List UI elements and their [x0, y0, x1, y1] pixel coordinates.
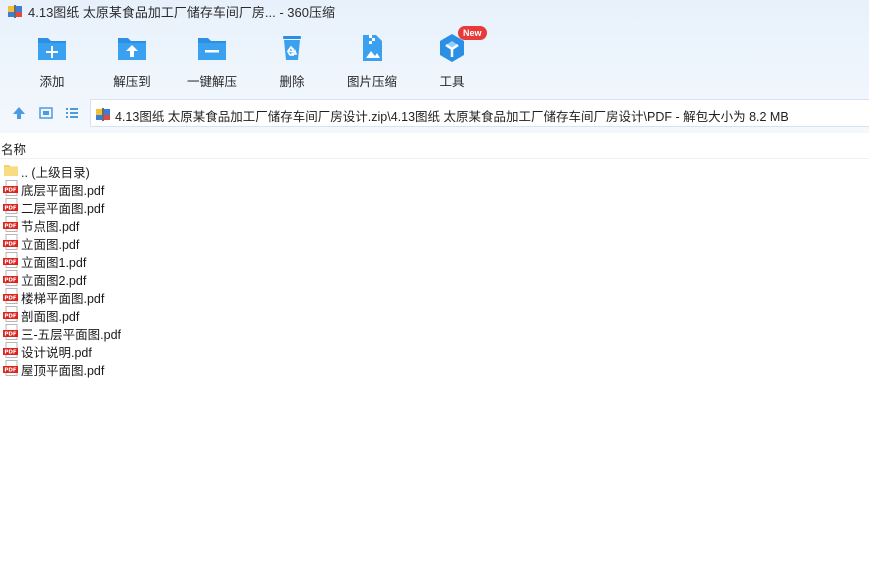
svg-text:PDF: PDF	[4, 314, 17, 320]
delete-button[interactable]: 删除	[252, 32, 332, 89]
extract-to-button[interactable]: 解压到	[92, 32, 172, 89]
file-list: .. (上级目录) PDF 底层平面图.pdf PDF 二层平面图.pdf PD…	[0, 161, 869, 378]
title-bar: 4.13图纸 太原某食品加工厂储存车间厂房... - 360压缩	[0, 0, 869, 22]
address-bar[interactable]: 4.13图纸 太原某食品加工厂储存车间厂房设计.zip\4.13图纸 太原某食品…	[90, 99, 869, 127]
pdf-file-icon: PDF	[3, 216, 18, 232]
list-item[interactable]: PDF 屋顶平面图.pdf	[0, 359, 869, 378]
tools-button[interactable]: New 工具	[412, 26, 492, 89]
pdf-file-icon: PDF	[3, 252, 18, 268]
tools-label: 工具	[439, 75, 465, 89]
pdf-file-icon: PDF	[3, 270, 18, 286]
svg-text:PDF: PDF	[4, 296, 17, 302]
list-item[interactable]: PDF 立面图1.pdf	[0, 251, 869, 270]
svg-text:PDF: PDF	[4, 368, 17, 374]
pdf-file-icon: PDF	[3, 288, 18, 304]
folder-icon	[4, 165, 18, 176]
list-item[interactable]: PDF 二层平面图.pdf	[0, 197, 869, 216]
image-compress-label: 图片压缩	[346, 75, 397, 89]
list-item[interactable]: PDF 楼梯平面图.pdf	[0, 287, 869, 306]
extract-to-label: 解压到	[113, 75, 151, 89]
svg-text:PDF: PDF	[4, 350, 17, 356]
archive-app-icon	[8, 5, 22, 18]
svg-text:PDF: PDF	[4, 260, 17, 266]
list-item[interactable]: PDF 底层平面图.pdf	[0, 179, 869, 198]
add-folder-icon	[38, 38, 66, 60]
up-arrow-icon[interactable]	[11, 105, 27, 121]
pdf-file-icon: PDF	[3, 198, 18, 214]
one-click-extract-icon	[198, 38, 226, 60]
list-item[interactable]: PDF 节点图.pdf	[0, 215, 869, 234]
svg-text:PDF: PDF	[4, 332, 17, 338]
window-title: 4.13图纸 太原某食品加工厂储存车间厂房... - 360压缩	[28, 5, 335, 20]
add-label: 添加	[39, 75, 65, 89]
list-item[interactable]: PDF 三-五层平面图.pdf	[0, 323, 869, 342]
extract-to-icon	[118, 38, 146, 60]
list-item[interactable]: PDF 设计说明.pdf	[0, 341, 869, 360]
one-click-extract-button[interactable]: 一键解压	[172, 32, 252, 89]
pdf-file-icon: PDF	[3, 180, 18, 196]
header-area: 4.13图纸 太原某食品加工厂储存车间厂房... - 360压缩 添加 解压到	[0, 0, 869, 133]
list-item[interactable]: PDF 立面图2.pdf	[0, 269, 869, 288]
pdf-file-icon: PDF	[3, 342, 18, 358]
svg-text:PDF: PDF	[4, 278, 17, 284]
archive-file-icon	[96, 108, 110, 121]
list-item[interactable]: PDF 立面图.pdf	[0, 233, 869, 252]
svg-text:PDF: PDF	[4, 206, 17, 212]
add-button[interactable]: 添加	[12, 32, 92, 89]
app-window: 4.13图纸 太原某食品加工厂储存车间厂房... - 360压缩 添加 解压到	[0, 0, 869, 588]
image-compress-icon	[363, 35, 382, 61]
image-compress-button[interactable]: 图片压缩	[332, 32, 412, 89]
pdf-file-icon: PDF	[3, 360, 18, 376]
svg-text:PDF: PDF	[4, 242, 17, 248]
column-name-header[interactable]: 名称	[1, 139, 26, 158]
svg-text:PDF: PDF	[4, 188, 17, 194]
address-path: 4.13图纸 太原某食品加工厂储存车间厂房设计.zip\4.13图纸 太原某食品…	[115, 110, 789, 124]
list-item-parent-dir[interactable]: .. (上级目录)	[0, 161, 869, 180]
toolbar: 添加 解压到 一键解压 删除 图片压缩 New 工具	[0, 24, 869, 92]
thumbnail-view-icon[interactable]	[38, 105, 54, 121]
svg-text:PDF: PDF	[4, 224, 17, 230]
recycle-delete-icon	[283, 36, 301, 60]
one-click-extract-label: 一键解压	[186, 75, 237, 89]
pdf-file-icon: PDF	[3, 234, 18, 250]
pdf-file-icon: PDF	[3, 324, 18, 340]
delete-label: 删除	[279, 75, 305, 89]
file-name: 屋顶平面图.pdf	[21, 364, 105, 378]
address-row: 4.13图纸 太原某食品加工厂储存车间厂房设计.zip\4.13图纸 太原某食品…	[0, 98, 869, 128]
list-item[interactable]: PDF 剖面图.pdf	[0, 305, 869, 324]
pdf-file-icon: PDF	[3, 306, 18, 322]
list-view-icon[interactable]	[64, 105, 80, 121]
column-header: 名称	[0, 136, 869, 159]
new-badge: New	[458, 26, 487, 40]
